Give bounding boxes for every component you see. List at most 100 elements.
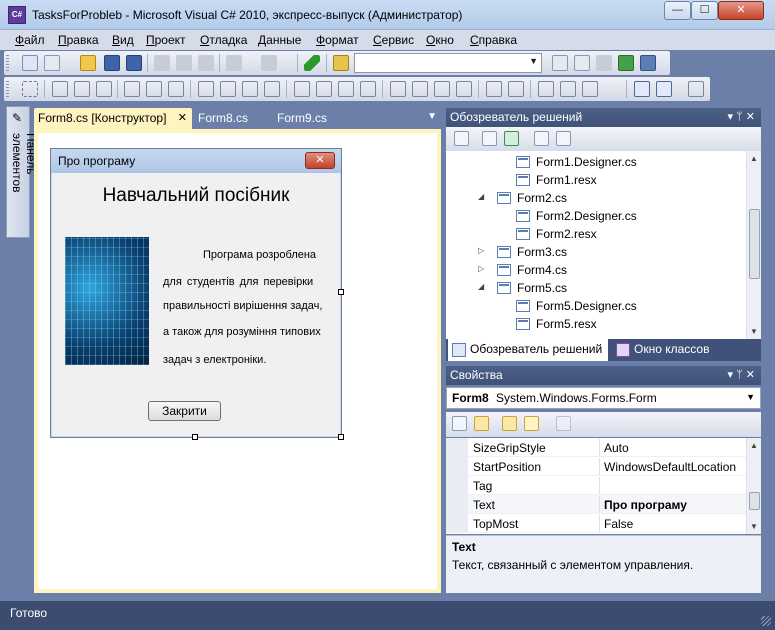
size-to-grid-icon[interactable] (264, 81, 280, 97)
properties-window-icon[interactable] (574, 55, 590, 71)
center-horizontally-icon[interactable] (486, 81, 502, 97)
scroll-thumb[interactable] (749, 209, 760, 279)
menu-data[interactable]: Данные (258, 33, 301, 47)
align-lefts-icon[interactable] (52, 81, 68, 97)
toolbox-window-icon[interactable] (596, 55, 612, 71)
center-vertically-icon[interactable] (508, 81, 524, 97)
tree-item[interactable]: ◢ Form2.cs (446, 189, 746, 207)
find-in-files-icon[interactable] (333, 55, 349, 71)
delete-icon[interactable] (688, 81, 704, 97)
tab-class-view[interactable]: Окно классов (612, 339, 713, 361)
close-icon[interactable]: ✕ (305, 152, 335, 169)
scroll-down-icon[interactable]: ▼ (750, 522, 758, 531)
solution-explorer-icon[interactable] (552, 55, 568, 71)
menu-format[interactable]: Формат (316, 33, 359, 47)
scroll-down-icon[interactable]: ▼ (750, 327, 758, 336)
properties-view-icon[interactable] (502, 416, 517, 431)
form-heading-label[interactable]: Навчальний посібник (51, 185, 341, 207)
property-scrollbar[interactable]: ▲ ▼ (746, 438, 761, 534)
minimize-button[interactable]: — (664, 1, 691, 20)
undo-icon[interactable] (226, 55, 242, 71)
tree-item[interactable]: Form1.resx (446, 171, 746, 189)
make-same-width-icon[interactable] (198, 81, 214, 97)
close-icon[interactable]: ✕ (178, 111, 187, 124)
align-middles-icon[interactable] (146, 81, 162, 97)
new-project-icon[interactable] (22, 55, 38, 71)
menu-view[interactable]: Вид (112, 33, 134, 47)
decrease-spacing-icon[interactable] (338, 81, 354, 97)
form8-preview[interactable]: Про програму ✕ Навчальний посібник Прогр… (50, 148, 342, 438)
lock-controls-icon[interactable] (634, 81, 650, 97)
property-row-selected[interactable]: Text Про програму (446, 495, 746, 514)
tab-form9-code[interactable]: Form9.cs (273, 108, 331, 129)
property-row[interactable]: SizeGripStyle Auto (446, 438, 746, 457)
menu-debug[interactable]: Отладка (200, 33, 247, 47)
tab-order-icon[interactable] (582, 81, 598, 97)
view-code-icon[interactable] (534, 131, 549, 146)
open-folder-icon[interactable] (80, 55, 96, 71)
align-rights-icon[interactable] (96, 81, 112, 97)
panel-controls[interactable]: ▾ ᛘ ✕ (728, 368, 755, 381)
scroll-thumb[interactable] (749, 492, 760, 510)
object-browser-icon[interactable] (618, 55, 634, 71)
close-button[interactable]: ✕ (718, 1, 764, 20)
make-same-height-icon[interactable] (220, 81, 236, 97)
save-icon[interactable] (104, 55, 120, 71)
tab-solution-explorer[interactable]: Обозреватель решений (448, 339, 608, 361)
align-bottoms-icon[interactable] (168, 81, 184, 97)
redo-icon[interactable] (261, 55, 277, 71)
toolbar-grip[interactable] (6, 81, 9, 97)
start-debugging-icon[interactable] (304, 55, 320, 71)
cut-icon[interactable] (154, 55, 170, 71)
toolbar-grip[interactable] (6, 55, 9, 71)
paste-icon[interactable] (198, 55, 214, 71)
resize-handle-bottom[interactable] (192, 434, 198, 440)
increase-vspacing-icon[interactable] (412, 81, 428, 97)
show-all-files-icon[interactable] (482, 131, 497, 146)
property-row[interactable]: Tag (446, 476, 746, 495)
collapsed-arrow-icon[interactable]: ▷ (478, 246, 484, 255)
tab-form8-designer[interactable]: Form8.cs [Конструктор] ✕ (34, 108, 192, 129)
refresh-icon[interactable] (504, 131, 519, 146)
remove-spacing-icon[interactable] (360, 81, 376, 97)
vertical-spacing-icon[interactable] (390, 81, 406, 97)
add-item-icon[interactable] (44, 55, 60, 71)
object-selector[interactable]: Form8 System.Windows.Forms.Form ▼ (446, 387, 761, 409)
increase-spacing-icon[interactable] (316, 81, 332, 97)
tree-item[interactable]: Form5.resx (446, 315, 746, 333)
tree-item[interactable]: ◢ Form5.cs (446, 279, 746, 297)
chevron-down-icon[interactable]: ▼ (529, 56, 538, 66)
tree-item[interactable]: Form1.Designer.cs (446, 153, 746, 171)
scroll-up-icon[interactable]: ▲ (750, 441, 758, 450)
view-designer-icon[interactable] (556, 131, 571, 146)
align-tops-icon[interactable] (124, 81, 140, 97)
events-lightning-icon[interactable] (524, 416, 539, 431)
expanded-arrow-icon[interactable]: ◢ (478, 282, 484, 291)
make-same-size-icon[interactable] (242, 81, 258, 97)
close-form-button[interactable]: Закрити (148, 401, 221, 421)
save-all-icon[interactable] (126, 55, 142, 71)
send-to-back-icon[interactable] (560, 81, 576, 97)
decrease-vspacing-icon[interactable] (434, 81, 450, 97)
tab-form8-code[interactable]: Form8.cs (194, 108, 252, 129)
panel-controls[interactable]: ▾ ᛘ ✕ (728, 110, 755, 123)
property-row[interactable]: TopMost False (446, 514, 746, 533)
horizontal-spacing-icon[interactable] (294, 81, 310, 97)
toolbox-strip[interactable]: ✎ Панель элементов (6, 106, 38, 238)
align-to-grid-icon[interactable] (22, 81, 38, 97)
menu-help[interactable]: Справка (470, 33, 517, 47)
remove-vspacing-icon[interactable] (456, 81, 472, 97)
tree-item[interactable]: ▷ Form4.cs (446, 261, 746, 279)
align-centers-icon[interactable] (74, 81, 90, 97)
properties-icon[interactable] (454, 131, 469, 146)
copy-icon[interactable] (176, 55, 192, 71)
tree-item[interactable]: ▷ Form3.cs (446, 243, 746, 261)
scroll-up-icon[interactable]: ▲ (750, 154, 758, 163)
bring-to-front-icon[interactable] (538, 81, 554, 97)
tree-item[interactable]: Form5.Designer.cs (446, 297, 746, 315)
start-page-icon[interactable] (640, 55, 656, 71)
chevron-down-icon[interactable]: ▼ (746, 392, 755, 402)
tab-order-view-icon[interactable] (656, 81, 672, 97)
resize-grip-icon[interactable] (761, 616, 771, 626)
resize-handle-corner[interactable] (338, 434, 344, 440)
